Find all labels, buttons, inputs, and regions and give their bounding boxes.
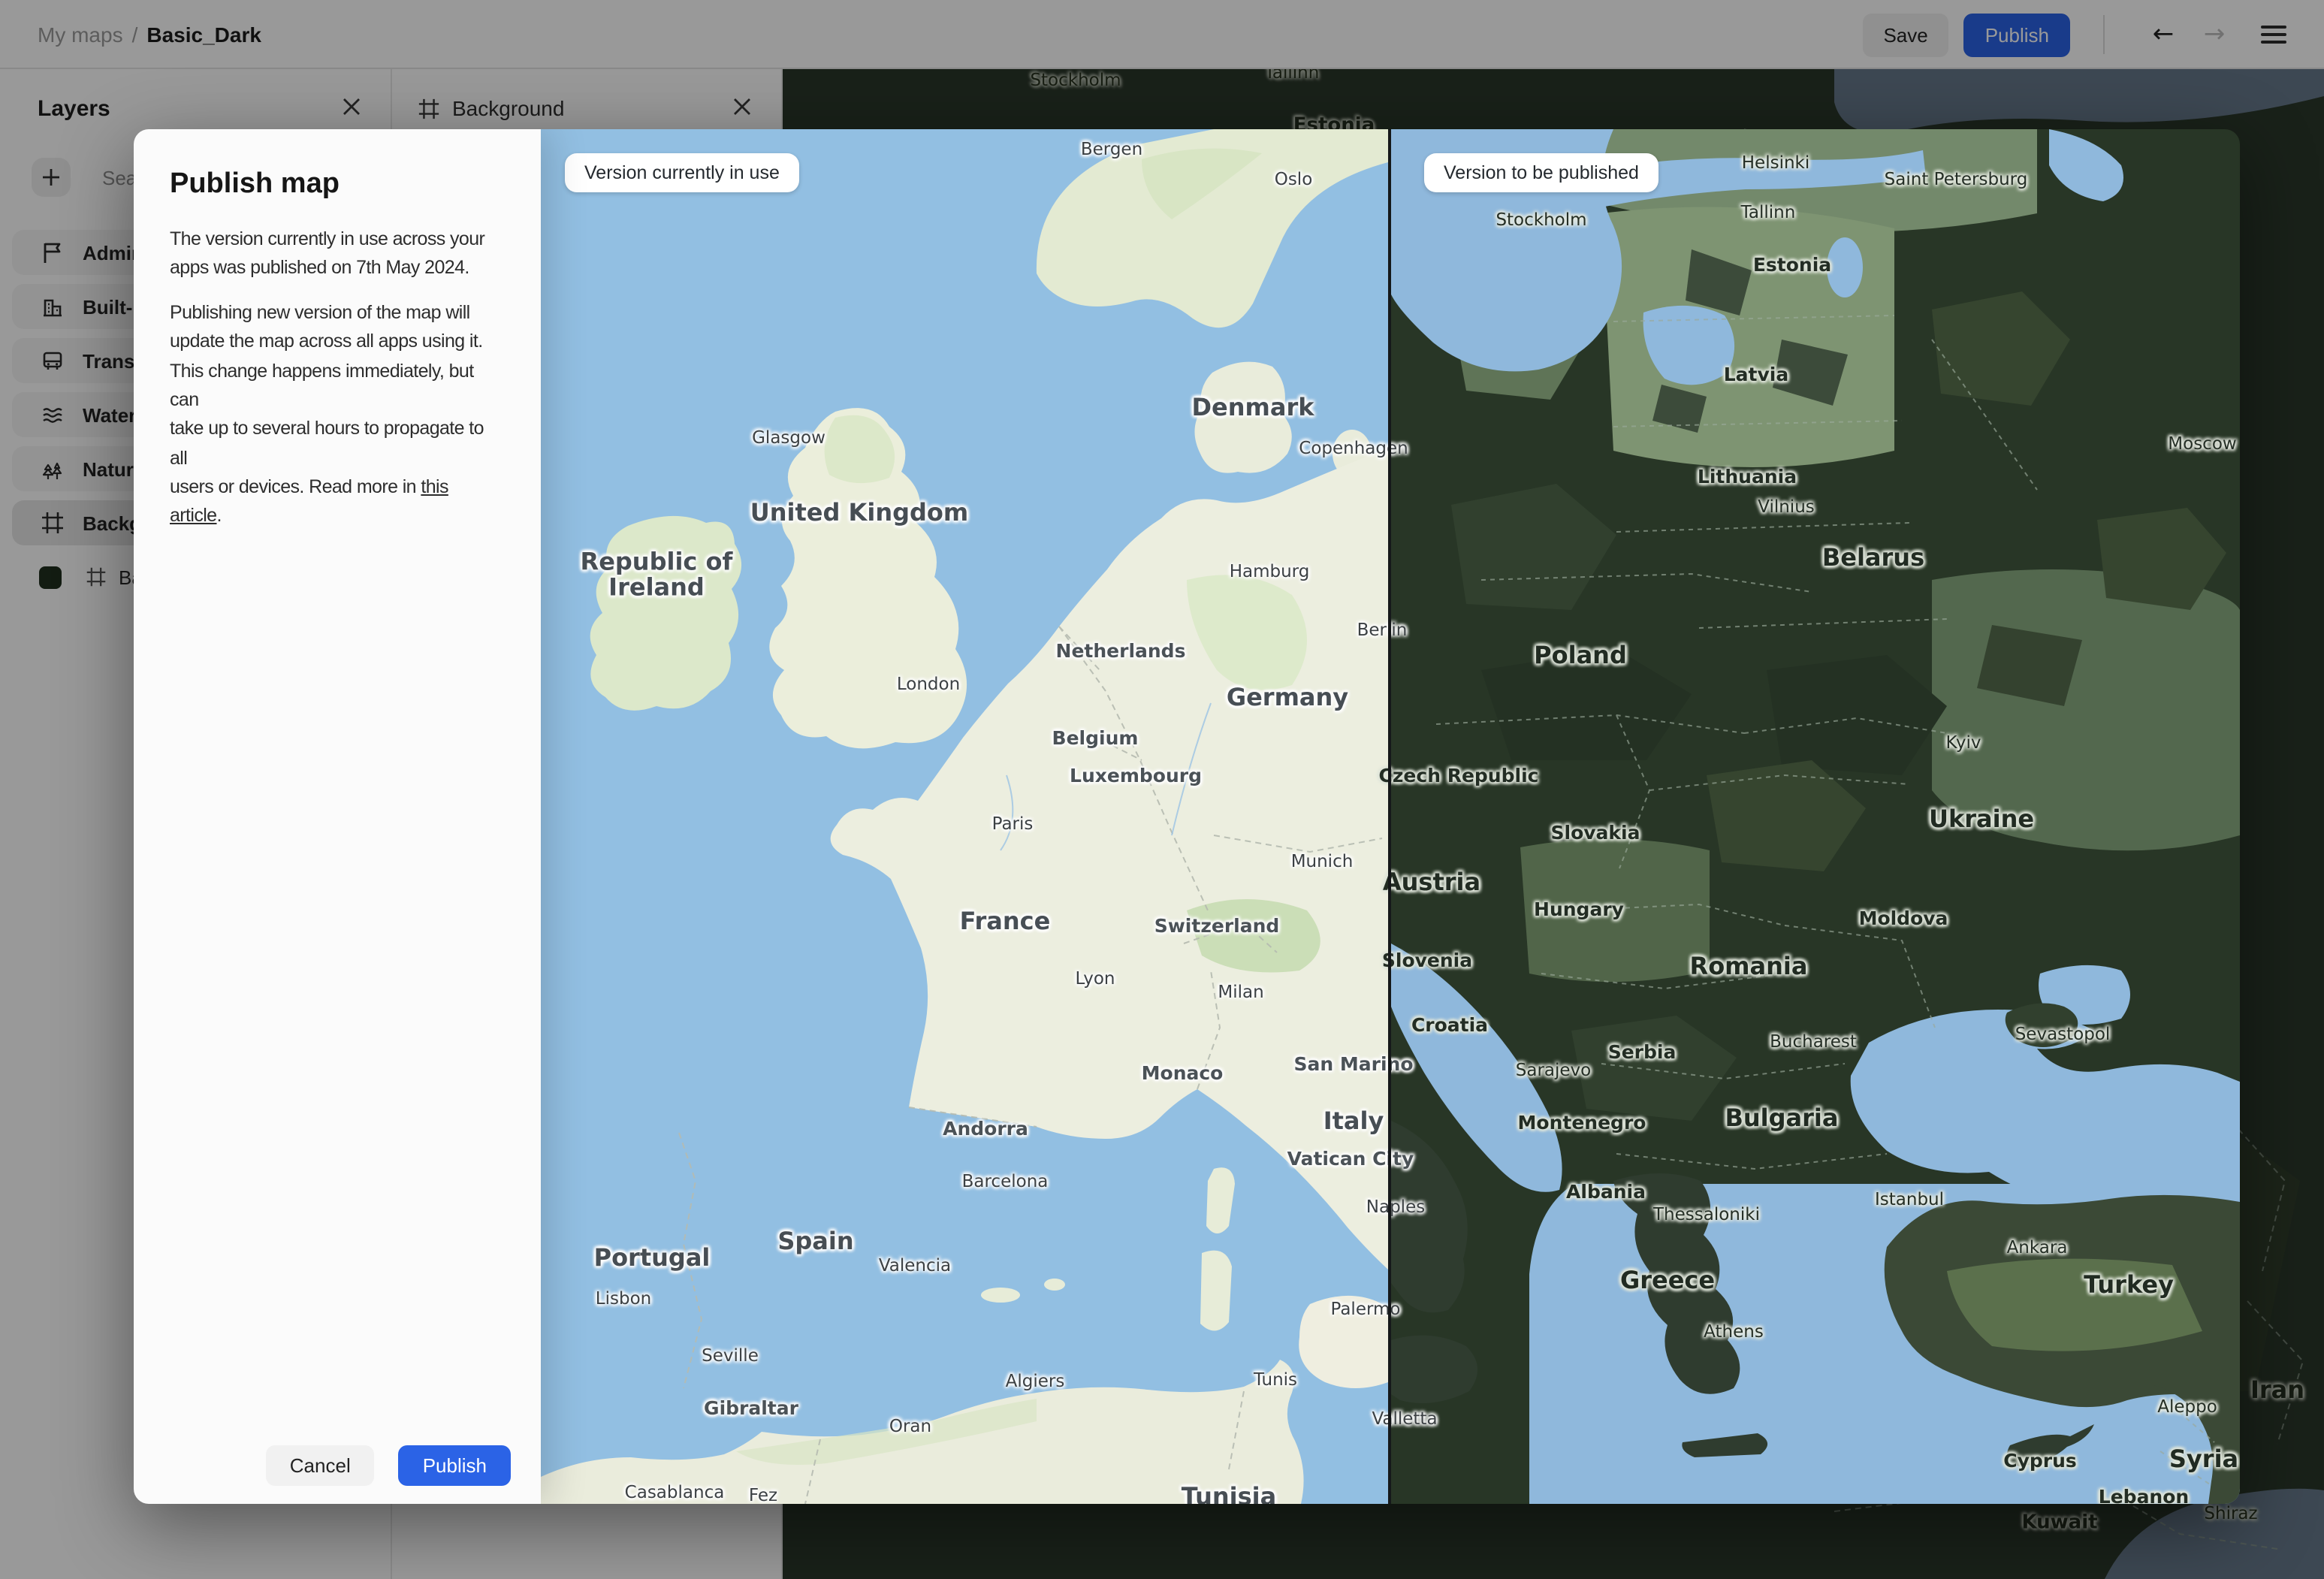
map-label: Greece (1619, 1266, 1716, 1295)
map-label: Istanbul (1874, 1188, 1945, 1209)
map-label: Thessaloniki (1653, 1203, 1760, 1224)
map-label: Glasgow (752, 426, 825, 448)
dialog-title: Publish map (170, 168, 340, 200)
map-label: Turkey (2084, 1270, 2174, 1300)
map-label: London (896, 672, 961, 694)
map-label: Belarus (1821, 543, 1925, 572)
map-label: Portugal (593, 1243, 711, 1273)
dialog-paragraph-2: Publishing new version of the map will u… (170, 299, 505, 532)
map-label: Czech Republic (1378, 763, 1539, 786)
map-label: Andorra (943, 1116, 1028, 1140)
cancel-button[interactable]: Cancel (265, 1445, 375, 1486)
map-version-published[interactable]: Helsinki Saint Petersburg Stockholm Tallinn… (1379, 129, 2240, 1504)
map-label: France (959, 907, 1051, 936)
map-label: Lisbon (595, 1287, 652, 1309)
map-compare-divider (1388, 129, 1391, 1504)
map-label: Latvia (1723, 362, 1789, 385)
map-label: Oslo (1274, 168, 1313, 189)
map-label: Ukraine (1928, 805, 2035, 834)
map-version-current[interactable]: Bergen Oslo Glasgow Denmark Copenhagen United… (541, 129, 1438, 1504)
map-label: Bulgaria (1725, 1103, 1839, 1133)
publish-compare-panel: Bergen Oslo Glasgow Denmark Copenhagen United… (134, 129, 2240, 1504)
map-label: Paris (991, 812, 1034, 834)
map-label: Moldova (1858, 906, 1948, 929)
map-label: Ankara (2006, 1236, 2068, 1257)
map-label: Gibraltar (704, 1396, 798, 1419)
map-label: Montenegro (1517, 1110, 1646, 1134)
map-label: Milan (1218, 980, 1264, 1002)
version-published-chip: Version to be published (1424, 153, 1658, 192)
map-label: Hamburg (1229, 560, 1310, 581)
dialog-footer: Cancel Publish (265, 1445, 511, 1486)
map-label: Tallinn (1740, 201, 1796, 222)
map-label: Tunisia (1181, 1482, 1277, 1504)
map-label: Barcelona (961, 1170, 1049, 1191)
map-label: Vilnius (1758, 495, 1815, 517)
map-label: Italy (1323, 1107, 1384, 1136)
map-label: Denmark (1191, 393, 1314, 422)
map-label: Hungary (1534, 897, 1624, 920)
map-label: Helsinki (1741, 151, 1810, 173)
map-label: Slovakia (1550, 820, 1640, 844)
light-map-labels: Bergen Oslo Glasgow Denmark Copenhagen United… (541, 129, 1438, 1504)
map-label: Romania (1689, 952, 1808, 981)
publish-map-dialog: Publish map The version currently in use… (134, 129, 541, 1504)
map-label: Switzerland (1154, 913, 1280, 937)
map-label: Sarajevo (1515, 1058, 1592, 1080)
dialog-publish-button[interactable]: Publish (398, 1445, 511, 1486)
map-label: Athens (1704, 1320, 1764, 1342)
map-label: Kyiv (1945, 731, 1981, 753)
map-label: United Kingdom (750, 498, 969, 527)
map-label: Aleppo (2157, 1395, 2217, 1417)
map-label: Estonia (1752, 252, 1832, 276)
map-label: Valencia (878, 1254, 952, 1276)
app-window: Stockholm Tallinn Estonia Iran Kuwait Shiraz … (0, 0, 2324, 1579)
map-label: Monaco (1141, 1061, 1224, 1084)
map-label: Saint Petersburg (1884, 168, 2028, 189)
map-label: Spain (777, 1227, 854, 1256)
map-label: Republic of Ireland (580, 547, 733, 601)
map-label: Seville (702, 1344, 759, 1366)
map-label: Albania (1566, 1179, 1646, 1203)
map-label: Germany (1226, 683, 1349, 712)
map-label: Austria (1382, 868, 1481, 897)
map-label: Fez (748, 1484, 778, 1504)
map-label: Bergen (1080, 137, 1143, 159)
map-label: Stockholm (1496, 208, 1587, 230)
map-label: Oran (889, 1414, 932, 1436)
map-label: Lebanon (2098, 1484, 2190, 1504)
map-label: Cyprus (2003, 1448, 2077, 1472)
map-label: Tunis (1253, 1368, 1298, 1390)
map-label: Poland (1534, 641, 1627, 670)
version-current-chip: Version currently in use (565, 153, 799, 192)
map-label: Serbia (1607, 1040, 1677, 1063)
map-label: Moscow (2168, 432, 2237, 454)
map-label: Casablanca (624, 1481, 725, 1502)
map-label: Bucharest (1770, 1030, 1857, 1052)
map-label: Croatia (1411, 1013, 1489, 1036)
map-label: Slovenia (1381, 948, 1473, 971)
dialog-paragraph-2-suffix: . (216, 505, 222, 527)
dialog-paragraph-2-text: Publishing new version of the map will u… (170, 301, 484, 498)
map-label: Lithuania (1697, 464, 1797, 488)
dialog-paragraph-1: The version currently in use across your… (170, 228, 485, 279)
map-label: Luxembourg (1070, 763, 1202, 786)
map-label: Netherlands (1055, 639, 1186, 662)
dark-map-labels: Helsinki Saint Petersburg Stockholm Tallinn… (1379, 129, 2240, 1504)
map-label: Syria (2169, 1445, 2239, 1474)
map-label: Lyon (1075, 967, 1115, 989)
map-label: Algiers (1005, 1369, 1065, 1391)
map-label: Belgium (1052, 726, 1139, 749)
map-label: Munich (1290, 850, 1354, 871)
map-label: Sevastopol (2015, 1022, 2111, 1044)
